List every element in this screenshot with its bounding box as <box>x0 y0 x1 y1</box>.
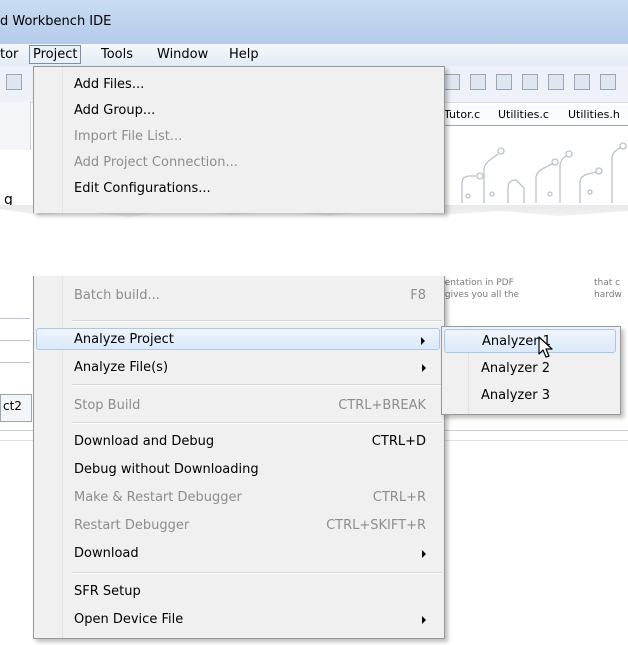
submenu-arrow-icon <box>421 337 425 345</box>
menu-item-label: Add Group... <box>74 103 156 118</box>
menu-item-shortcut: CTRL+D <box>371 434 426 449</box>
menu-item-add-group[interactable]: Add Group... <box>36 99 440 121</box>
toolbar-debug-icon[interactable] <box>522 74 538 90</box>
toolbar-copy-icon[interactable] <box>6 74 22 90</box>
menu-item-restart-debugger: Restart Debugger CTRL+SKIFT+R <box>36 514 440 536</box>
tab-label: ct2 <box>3 399 22 413</box>
tab-utilities-h[interactable]: Utilities.h <box>568 108 620 121</box>
submenu-item-analyzer-3[interactable]: Analyzer 3 <box>444 384 616 408</box>
menu-separator <box>72 572 442 574</box>
project-menu-lower: Batch build... F8 Analyze Project Analyz… <box>33 276 445 639</box>
menu-item-analyze-files[interactable]: Analyze File(s) <box>36 356 440 378</box>
circuit-background-image <box>440 128 628 213</box>
menu-item-open-device-file[interactable]: Open Device File <box>36 608 440 630</box>
window-title: d Workbench IDE <box>0 14 112 29</box>
menu-item-label: Add Project Connection... <box>74 155 238 170</box>
tab-tutor-c[interactable]: Tutor.c <box>444 108 480 121</box>
menu-item-label: Import File List... <box>74 129 183 144</box>
menu-separator <box>72 384 442 386</box>
divider <box>0 340 30 341</box>
project-menu-upper: Add Files... Add Group... Import File Li… <box>33 66 445 213</box>
submenu-item-analyzer-2[interactable]: Analyzer 2 <box>444 357 616 381</box>
menu-item-sfr-setup[interactable]: SFR Setup <box>36 580 440 602</box>
menu-separator <box>72 422 442 424</box>
tab-project2-fragment[interactable]: ct2 <box>0 394 32 422</box>
divider <box>0 318 30 319</box>
title-bar: d Workbench IDE <box>0 0 628 44</box>
menu-item-analyze-project[interactable]: Analyze Project <box>36 328 440 350</box>
submenu-arrow-icon <box>422 550 426 558</box>
divider <box>0 362 30 363</box>
cut-gap <box>0 229 628 277</box>
submenu-arrow-icon <box>422 364 426 372</box>
menu-item-label: Debug without Downloading <box>74 462 259 477</box>
menu-tools[interactable]: Tools <box>101 47 133 62</box>
menu-item-label: Make & Restart Debugger <box>74 490 242 505</box>
menu-item-label: Download <box>74 546 139 561</box>
menu-item-stop-build: Stop Build CTRL+BREAK <box>36 394 440 416</box>
analyze-project-submenu: Analyzer 1 Analyzer 2 Analyzer 3 <box>441 326 621 415</box>
menu-editor[interactable]: tor <box>0 47 18 62</box>
menu-window[interactable]: Window <box>157 47 208 62</box>
doc-text-line2: it gives you all the <box>436 290 520 300</box>
menu-item-import-file-list: Import File List... <box>36 125 440 147</box>
menu-item-label: Analyze File(s) <box>74 360 169 375</box>
menu-help[interactable]: Help <box>229 47 259 62</box>
menu-project[interactable]: Project <box>29 45 82 64</box>
menu-item-label: Edit Configurations... <box>74 181 211 196</box>
toolbar-run-icon[interactable] <box>600 74 616 90</box>
doc-text-col2-line1: that c <box>594 278 621 288</box>
menu-item-batch-build: Batch build... F8 <box>36 284 440 306</box>
menu-item-download-and-debug[interactable]: Download and Debug CTRL+D <box>36 430 440 452</box>
workspace-panel-fragment <box>0 102 31 150</box>
toolbar-step-icon[interactable] <box>548 74 564 90</box>
menu-bar: tor Project Tools Window Help <box>0 44 628 67</box>
toolbar-make-icon[interactable] <box>470 74 486 90</box>
menu-item-shortcut: CTRL+SKIFT+R <box>326 518 426 533</box>
toolbar-stepout-icon[interactable] <box>574 74 590 90</box>
toolbar-compile-icon[interactable] <box>496 74 512 90</box>
toolbar-build-icon[interactable] <box>444 74 460 90</box>
tab-utilities-c[interactable]: Utilities.c <box>498 108 549 121</box>
menu-item-label: SFR Setup <box>74 584 141 599</box>
mouse-cursor-icon <box>538 336 553 358</box>
submenu-arrow-icon <box>422 616 426 624</box>
menu-item-label: Stop Build <box>74 398 141 413</box>
menu-item-label: Restart Debugger <box>74 518 190 533</box>
menu-item-shortcut: F8 <box>410 288 426 303</box>
submenu-item-analyzer-1[interactable]: Analyzer 1 <box>444 329 616 353</box>
menu-item-shortcut: CTRL+BREAK <box>338 398 426 413</box>
doc-text-col2-line2: hardw <box>594 290 622 300</box>
doc-text-line1: mentation in PDF <box>436 278 514 288</box>
menu-item-shortcut: CTRL+R <box>372 490 426 505</box>
menu-item-debug-without-downloading[interactable]: Debug without Downloading <box>36 458 440 480</box>
menu-item-edit-configurations[interactable]: Edit Configurations... <box>36 177 440 199</box>
menu-item-download[interactable]: Download <box>36 542 440 564</box>
editor-tabs: Tutor.c Utilities.c Utilities.h <box>440 105 628 126</box>
menu-item-label: Batch build... <box>74 288 160 303</box>
menu-separator <box>72 320 442 322</box>
menu-item-label: Analyzer 3 <box>481 388 550 403</box>
menu-item-label: Add Files... <box>74 77 145 92</box>
menu-item-add-files[interactable]: Add Files... <box>36 73 440 95</box>
menu-item-label: Analyzer 2 <box>481 361 550 376</box>
menu-item-label: Download and Debug <box>74 434 215 449</box>
menu-item-label: Analyze Project <box>74 332 174 347</box>
menu-item-add-project-connection: Add Project Connection... <box>36 151 440 173</box>
menu-item-make-restart-debugger: Make & Restart Debugger CTRL+R <box>36 486 440 508</box>
menu-item-label: Open Device File <box>74 612 184 627</box>
